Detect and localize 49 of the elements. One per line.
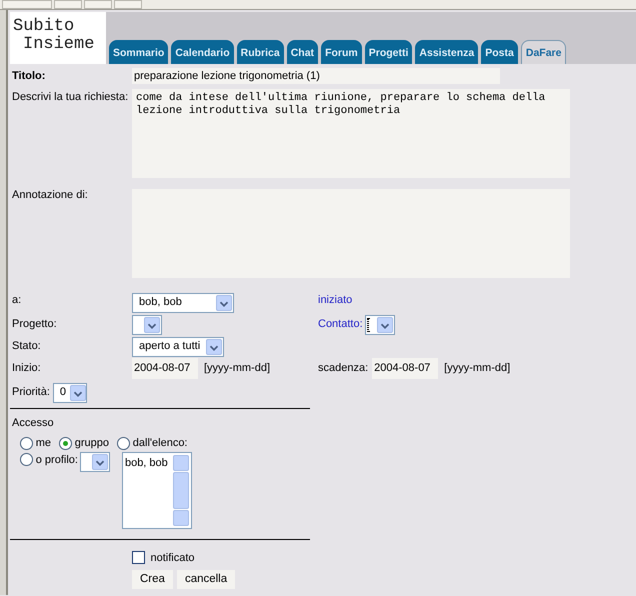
nav-tab[interactable]: Rubrica	[236, 40, 284, 64]
list-item[interactable]: bob, bob	[124, 454, 168, 471]
field-label: Priorità:	[12, 385, 50, 400]
nav-tab[interactable]: Progetti	[364, 40, 412, 64]
section-title: Accesso	[12, 416, 55, 430]
radio-option[interactable]: o profilo:	[20, 452, 78, 468]
field-label: a:	[12, 292, 22, 308]
date-field[interactable]: 2004-08-07	[132, 358, 198, 379]
status-text: iniziato	[318, 292, 352, 308]
nav-tab[interactable]: Posta	[481, 40, 518, 64]
frame-handle-icon[interactable]	[54, 0, 82, 9]
scrollbar[interactable]	[172, 454, 189, 526]
profile-select[interactable]	[80, 452, 110, 472]
nav-tab[interactable]: Forum	[321, 40, 362, 64]
frame-handle-icon[interactable]	[84, 0, 112, 9]
form-button[interactable]: Crea	[132, 570, 173, 590]
checkbox-label: notificato	[150, 550, 195, 566]
nav-tab[interactable]: Calendario	[171, 40, 234, 64]
field-label: Inizio:	[12, 361, 41, 376]
radio-option[interactable]: gruppo	[59, 435, 110, 452]
field-label: Stato:	[12, 339, 41, 354]
field-label: scadenza:	[318, 361, 368, 376]
project-select[interactable]	[132, 314, 162, 334]
date-format-hint: [yyyy-mm-dd]	[204, 361, 270, 376]
title-field[interactable]: preparazione lezione trigonometria (1)	[132, 68, 500, 84]
priority-select[interactable]: 0	[52, 382, 87, 402]
frame-handle-icon[interactable]	[114, 0, 142, 9]
logo: Subito Insieme	[10, 12, 106, 64]
date-format-hint: [yyyy-mm-dd]	[444, 361, 510, 376]
description-field[interactable]: come da intese dell'ultima riunione, preparare lo schema della lezione introduttiva sulla trigonometria	[132, 88, 570, 178]
nav-tab[interactable]: DaFare	[520, 40, 566, 64]
radio-option[interactable]: dall'elenco:	[117, 435, 188, 452]
nav-tab[interactable]: Chat	[286, 40, 318, 64]
field-label: Annotazione di:	[12, 188, 89, 203]
radio-option[interactable]: me	[20, 435, 52, 452]
contact-select[interactable]	[364, 314, 395, 334]
field-label: Contatto:	[318, 317, 363, 332]
state-select[interactable]: aperto a tutti	[132, 336, 224, 356]
nav-tab[interactable]: Sommario	[109, 40, 168, 64]
field-label: Progetto:	[12, 317, 57, 332]
checkbox[interactable]	[132, 551, 145, 564]
field-label: Descrivi la tua richiesta:	[12, 90, 130, 104]
nav-tab[interactable]: Assistenza	[415, 40, 478, 64]
form-button[interactable]: cancella	[176, 570, 236, 590]
field-label: Titolo:	[12, 69, 46, 84]
frame-handle-icon[interactable]	[2, 0, 52, 9]
date-field[interactable]: 2004-08-07	[372, 358, 438, 379]
assignee-select[interactable]: bob, bob	[132, 292, 234, 312]
frame-border[interactable]	[0, 10, 8, 595]
